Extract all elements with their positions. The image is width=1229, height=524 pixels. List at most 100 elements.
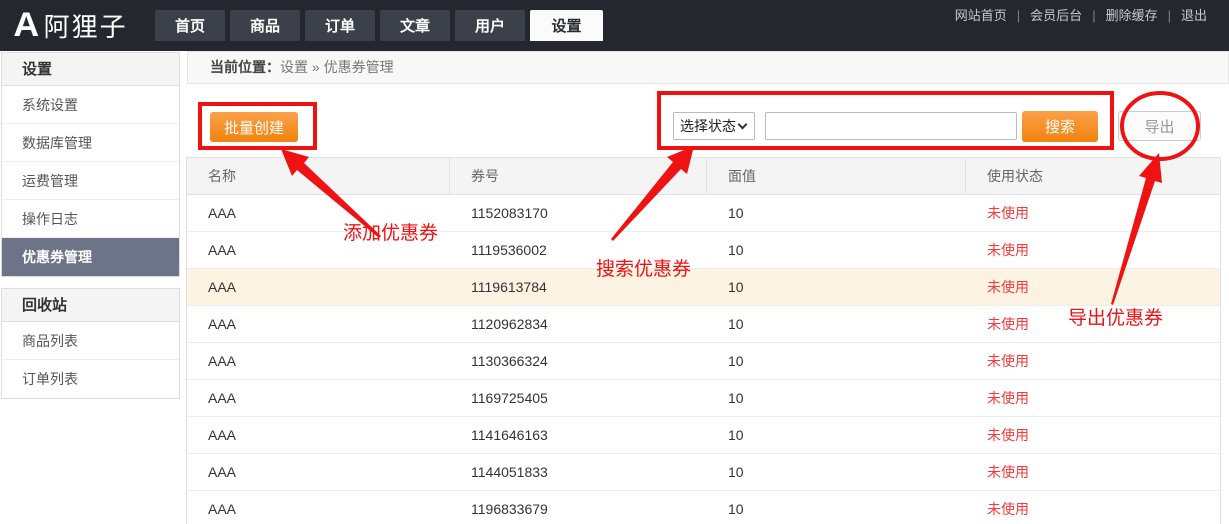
nav-tab-label: 用户 [475, 15, 505, 36]
table-row: AAA 1169725405 10 未使用 [187, 380, 1220, 417]
cell-status: 未使用 [966, 417, 1220, 453]
cell-status: 未使用 [966, 195, 1220, 231]
column-header-status: 使用状态 [966, 158, 1220, 194]
sidebar-recycle-items: 商品列表 订单列表 [2, 322, 179, 398]
sidebar-settings-section: 设置 系统设置 数据库管理 运费管理 操作日志 [1, 52, 180, 277]
cell-name: AAA [187, 343, 450, 379]
cell-code: 1120962834 [450, 306, 707, 342]
table-row: AAA 1119613784 10 未使用 [187, 269, 1220, 306]
sidebar-item[interactable]: 订单列表 [2, 360, 179, 398]
logo-link[interactable]: A 阿狸子 [14, 6, 128, 44]
batch-create-button[interactable]: 批量创建 [210, 112, 298, 142]
nav-tab-label: 设置 [551, 15, 581, 36]
sidebar-section-title: 回收站 [2, 289, 179, 322]
cell-status: 未使用 [966, 454, 1220, 490]
sidebar-item[interactable]: 运费管理 [2, 162, 179, 200]
column-header-name: 名称 [187, 158, 450, 194]
nav-tab-label: 订单 [325, 15, 355, 36]
cell-status: 未使用 [966, 491, 1220, 524]
cell-status: 未使用 [966, 232, 1220, 268]
coupon-management-page: A 阿狸子 首页 商品 订单 文章 [0, 0, 1229, 524]
breadcrumb-prefix: 当前位置： [210, 59, 280, 75]
breadcrumb: 当前位置：设置 » 优惠券管理 [187, 51, 1229, 84]
sidebar-item-label: 订单列表 [22, 371, 78, 387]
status-select[interactable]: 选择状态 [673, 112, 755, 140]
cell-code: 1119613784 [450, 269, 707, 305]
cell-value: 10 [707, 380, 966, 416]
column-header-code: 券号 [450, 158, 707, 194]
table-row: AAA 1130366324 10 未使用 [187, 343, 1220, 380]
breadcrumb-path: 设置 » 优惠券管理 [280, 59, 394, 75]
sidebar-item-label: 数据库管理 [22, 135, 92, 151]
table-row: AAA 1119536002 10 未使用 [187, 232, 1220, 269]
quick-links: 网站首页 会员后台 删除缓存 退出 [955, 5, 1207, 24]
sidebar-section-title: 设置 [2, 53, 179, 86]
cell-name: AAA [187, 417, 450, 453]
cell-code: 1130366324 [450, 343, 707, 379]
sidebar-item-label: 操作日志 [22, 211, 78, 227]
cell-value: 10 [707, 306, 966, 342]
quick-link[interactable]: 删除缓存 [1082, 5, 1157, 24]
cell-status: 未使用 [966, 306, 1220, 342]
sidebar-recycle-section: 回收站 商品列表 订单列表 [1, 288, 180, 399]
cell-status: 未使用 [966, 269, 1220, 305]
sidebar-item[interactable]: 操作日志 [2, 200, 179, 238]
cell-name: AAA [187, 195, 450, 231]
nav-tab-label: 首页 [175, 15, 205, 36]
table-row: AAA 1152083170 10 未使用 [187, 195, 1220, 232]
logo-icon: A [13, 6, 37, 44]
cell-value: 10 [707, 269, 966, 305]
logo-text: 阿狸子 [44, 7, 128, 44]
cell-code: 1196833679 [450, 491, 707, 524]
sidebar-item-label: 运费管理 [22, 173, 78, 189]
cell-value: 10 [707, 195, 966, 231]
cell-value: 10 [707, 232, 966, 268]
sidebar-settings-items: 系统设置 数据库管理 运费管理 操作日志 优惠券管理 [2, 86, 179, 276]
sidebar-item[interactable]: 商品列表 [2, 322, 179, 360]
quick-link[interactable]: 网站首页 [955, 5, 1007, 24]
cell-code: 1152083170 [450, 195, 707, 231]
cell-value: 10 [707, 454, 966, 490]
cell-status: 未使用 [966, 380, 1220, 416]
coupon-table: 名称 券号 面值 使用状态 AAA 1152083170 10 未使用 AAA … [186, 157, 1221, 524]
quick-link[interactable]: 退出 [1158, 5, 1207, 24]
table-body: AAA 1152083170 10 未使用 AAA 1119536002 10 … [187, 195, 1220, 524]
cell-name: AAA [187, 380, 450, 416]
nav-tab[interactable]: 商品 [230, 10, 300, 41]
cell-value: 10 [707, 417, 966, 453]
search-button[interactable]: 搜索 [1022, 111, 1098, 142]
nav-tab[interactable]: 设置 [530, 10, 603, 41]
nav-tab[interactable]: 文章 [380, 10, 450, 41]
sidebar-item[interactable]: 系统设置 [2, 86, 179, 124]
nav-tab-label: 文章 [400, 15, 430, 36]
cell-code: 1169725405 [450, 380, 707, 416]
cell-value: 10 [707, 343, 966, 379]
top-header: A 阿狸子 首页 商品 订单 文章 [0, 0, 1229, 51]
table-row: AAA 1144051833 10 未使用 [187, 454, 1220, 491]
nav-tab[interactable]: 首页 [155, 10, 225, 41]
cell-name: AAA [187, 454, 450, 490]
sidebar-item[interactable]: 数据库管理 [2, 124, 179, 162]
cell-name: AAA [187, 306, 450, 342]
table-header: 名称 券号 面值 使用状态 [187, 158, 1220, 195]
table-row: AAA 1141646163 10 未使用 [187, 417, 1220, 454]
nav-tab[interactable]: 订单 [305, 10, 375, 41]
table-row: AAA 1120962834 10 未使用 [187, 306, 1220, 343]
nav-tab[interactable]: 用户 [455, 10, 525, 41]
sidebar-item-label: 商品列表 [22, 333, 78, 349]
sidebar-item-label: 系统设置 [22, 97, 78, 113]
cell-code: 1144051833 [450, 454, 707, 490]
cell-name: AAA [187, 491, 450, 524]
export-button[interactable]: 导出 [1118, 111, 1201, 141]
cell-name: AAA [187, 269, 450, 305]
cell-status: 未使用 [966, 343, 1220, 379]
quick-link[interactable]: 会员后台 [1007, 5, 1082, 24]
main-nav: 首页 商品 订单 文章 用户 设置 [155, 10, 608, 41]
cell-code: 1141646163 [450, 417, 707, 453]
table-row: AAA 1196833679 10 未使用 [187, 491, 1220, 524]
search-input[interactable] [765, 112, 1017, 140]
sidebar-item-label: 优惠券管理 [22, 249, 92, 265]
cell-name: AAA [187, 232, 450, 268]
nav-tab-label: 商品 [250, 15, 280, 36]
sidebar-item[interactable]: 优惠券管理 [2, 238, 179, 276]
